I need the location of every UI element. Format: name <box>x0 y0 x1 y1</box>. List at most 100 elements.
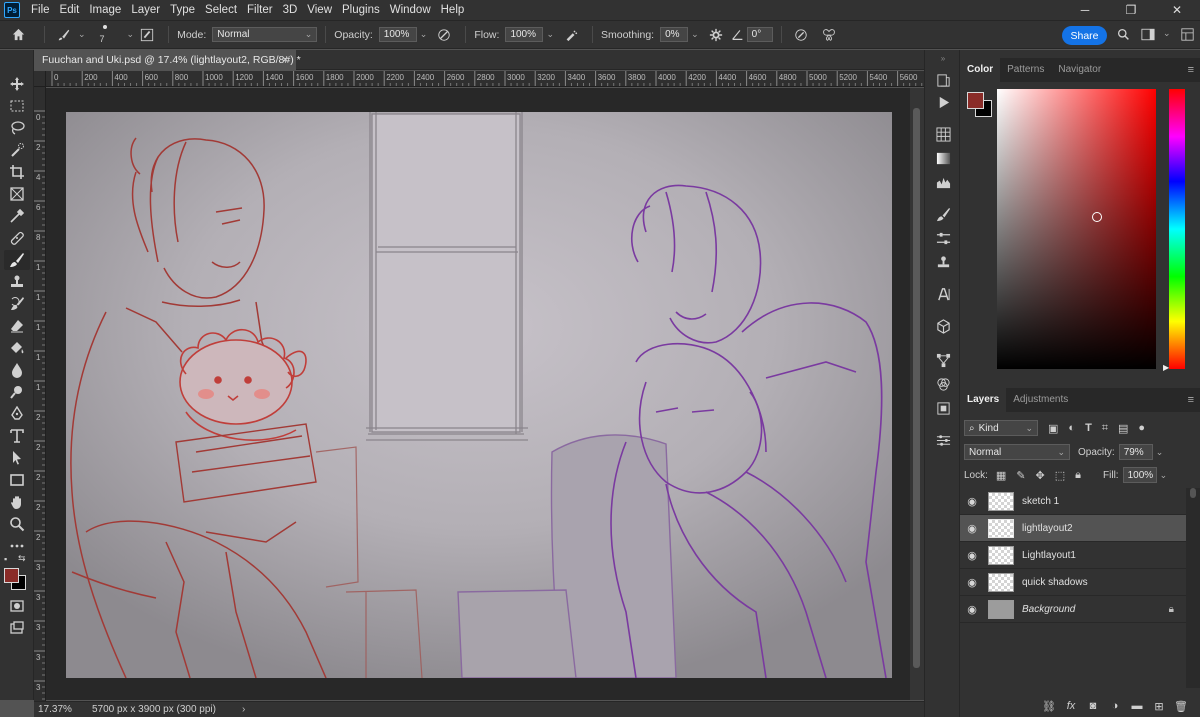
workspace-icon[interactable] <box>1137 21 1159 48</box>
minimize-button[interactable]: ─ <box>1062 0 1108 20</box>
layers-scroll-thumb[interactable] <box>1190 488 1196 498</box>
fill-chevron-icon[interactable]: ⌄ <box>1160 470 1168 481</box>
document-canvas[interactable] <box>66 112 892 678</box>
more-tools-icon[interactable] <box>4 536 30 556</box>
color-panel-foreground-swatch[interactable] <box>967 92 984 109</box>
blend-mode-select[interactable]: Normal ⌄ <box>964 444 1070 460</box>
strip-collapse-icon[interactable]: » <box>931 54 955 63</box>
brush-size-chevron-icon[interactable]: ⌄ <box>127 29 135 40</box>
gradients-icon[interactable] <box>931 148 955 168</box>
pressure-size-icon[interactable] <box>790 21 812 48</box>
menu-edit[interactable]: Edit <box>58 0 88 20</box>
rectangle-icon[interactable] <box>4 470 30 490</box>
opacity-input[interactable]: 100% <box>378 27 417 42</box>
delete-layer-icon[interactable]: 🗑︎ <box>1170 700 1192 713</box>
menu-image[interactable]: Image <box>87 0 129 20</box>
paths-panel-icon[interactable] <box>931 350 955 370</box>
flow-chevron-icon[interactable]: ⌄ <box>546 29 554 40</box>
vertical-ruler[interactable]: 0 2 4 6 8 1 1 1 1 1 2 2 2 2 2 3 3 3 3 3 <box>34 71 46 701</box>
color-picker-cursor[interactable] <box>1092 212 1102 222</box>
marquee-icon[interactable] <box>4 96 30 116</box>
properties-icon[interactable] <box>931 430 955 450</box>
default-colors-icon[interactable]: ▪ <box>4 554 7 564</box>
document-tab[interactable]: Fuuchan and Uki.psd @ 17.4% (lightlayout… <box>34 50 301 70</box>
eyedropper-icon[interactable] <box>4 206 30 226</box>
clone-source-icon[interactable] <box>931 252 955 272</box>
libraries-icon[interactable] <box>931 398 955 418</box>
link-layers-icon[interactable]: ⛓ <box>1038 700 1060 713</box>
lock-transparency-icon[interactable]: ▦ <box>996 469 1006 482</box>
smoothing-input[interactable]: 0% <box>660 27 689 42</box>
frame-icon[interactable] <box>4 184 30 204</box>
paint-bucket-icon[interactable] <box>4 338 30 358</box>
layer-row-background[interactable]: ◉ Background 🔒︎ <box>960 596 1186 623</box>
layer-row-lightlayout2[interactable]: ◉ lightlayout2 <box>960 515 1186 542</box>
menu-type[interactable]: Type <box>168 0 203 20</box>
home-icon[interactable] <box>0 21 36 48</box>
layer-opacity-input[interactable]: 79% <box>1118 444 1153 460</box>
arrange-documents-icon[interactable] <box>1178 21 1196 48</box>
layer-row-quick-shadows[interactable]: ◉ quick shadows <box>960 569 1186 596</box>
color-panel-menu-icon[interactable]: ≡ <box>1188 64 1194 76</box>
history-panel-icon[interactable] <box>931 70 955 90</box>
close-window-button[interactable]: ✕ <box>1154 0 1200 20</box>
add-mask-icon[interactable]: ◙ <box>1082 700 1104 712</box>
horizontal-ruler[interactable]: 0 200 400 600 800 1000 1200 1400 1600 1800 2000 220… <box>46 71 924 87</box>
filter-smart-object-icon[interactable]: ▤ <box>1118 422 1128 435</box>
tab-color[interactable]: Color <box>960 58 1001 82</box>
visibility-eye-icon[interactable]: ◉ <box>960 576 984 589</box>
crop-icon[interactable] <box>4 162 30 182</box>
tab-patterns[interactable]: Patterns <box>1000 58 1051 82</box>
eraser-icon[interactable] <box>4 316 30 336</box>
menu-window[interactable]: Window <box>388 0 439 20</box>
new-layer-icon[interactable]: ⊞ <box>1148 700 1170 713</box>
visibility-eye-icon[interactable]: ◉ <box>960 603 984 616</box>
tab-navigator[interactable]: Navigator <box>1051 58 1108 82</box>
healing-brush-icon[interactable] <box>4 228 30 248</box>
visibility-eye-icon[interactable]: ◉ <box>960 495 984 508</box>
path-select-icon[interactable] <box>4 448 30 468</box>
actions-play-icon[interactable] <box>931 92 955 112</box>
maximize-button[interactable]: ❐ <box>1108 0 1154 20</box>
search-icon[interactable] <box>1114 21 1132 48</box>
clone-stamp-icon[interactable] <box>4 272 30 292</box>
opacity-chevron-icon[interactable]: ⌄ <box>420 29 428 40</box>
quick-select-icon[interactable] <box>4 140 30 160</box>
menu-file[interactable]: File <box>29 0 58 20</box>
filter-pixel-icon[interactable]: ▣ <box>1048 422 1058 435</box>
layer-filter-select[interactable]: ⌕ Kind ⌄ <box>964 420 1038 436</box>
swatches-grid-icon[interactable] <box>931 124 955 144</box>
tab-layers[interactable]: Layers <box>960 388 1007 412</box>
layers-panel-menu-icon[interactable]: ≡ <box>1188 394 1194 406</box>
brush-settings-panel-icon[interactable] <box>931 228 955 248</box>
pen-icon[interactable] <box>4 404 30 424</box>
workspace-chevron-icon[interactable]: ⌄ <box>1163 28 1171 39</box>
quick-mask-icon[interactable] <box>4 596 30 616</box>
status-menu-arrow-icon[interactable]: › <box>242 704 245 715</box>
fill-input[interactable]: 100% <box>1122 467 1157 483</box>
menu-plugins[interactable]: Plugins <box>340 0 388 20</box>
layer-opacity-chevron-icon[interactable]: ⌄ <box>1156 447 1164 458</box>
new-adjustment-layer-icon[interactable]: ◑ <box>1104 700 1126 712</box>
menu-3d[interactable]: 3D <box>281 0 306 20</box>
character-panel-icon[interactable] <box>931 284 955 304</box>
menu-view[interactable]: View <box>305 0 340 20</box>
lock-pixels-icon[interactable]: ✎ <box>1016 469 1025 482</box>
filter-adjustment-icon[interactable]: ◐ <box>1068 422 1075 434</box>
flow-input[interactable]: 100% <box>505 27 544 42</box>
new-group-icon[interactable]: ▬ <box>1126 700 1148 712</box>
lasso-icon[interactable] <box>4 118 30 138</box>
tab-adjustments[interactable]: Adjustments <box>1006 388 1075 412</box>
layers-scrollbar[interactable] <box>1186 488 1200 688</box>
visibility-eye-icon[interactable]: ◉ <box>960 549 984 562</box>
layer-style-fx-icon[interactable]: fx <box>1060 700 1082 712</box>
visibility-eye-icon[interactable]: ◉ <box>960 522 984 535</box>
menu-select[interactable]: Select <box>203 0 245 20</box>
menu-layer[interactable]: Layer <box>129 0 168 20</box>
hue-slider-marker-icon[interactable]: ▶ <box>1163 363 1169 372</box>
move-icon[interactable] <box>4 74 30 94</box>
close-tab-icon[interactable]: × <box>282 50 288 70</box>
menu-help[interactable]: Help <box>439 0 473 20</box>
symmetry-butterfly-icon[interactable] <box>818 21 840 48</box>
swap-colors-icon[interactable]: ⇆ <box>18 553 26 564</box>
